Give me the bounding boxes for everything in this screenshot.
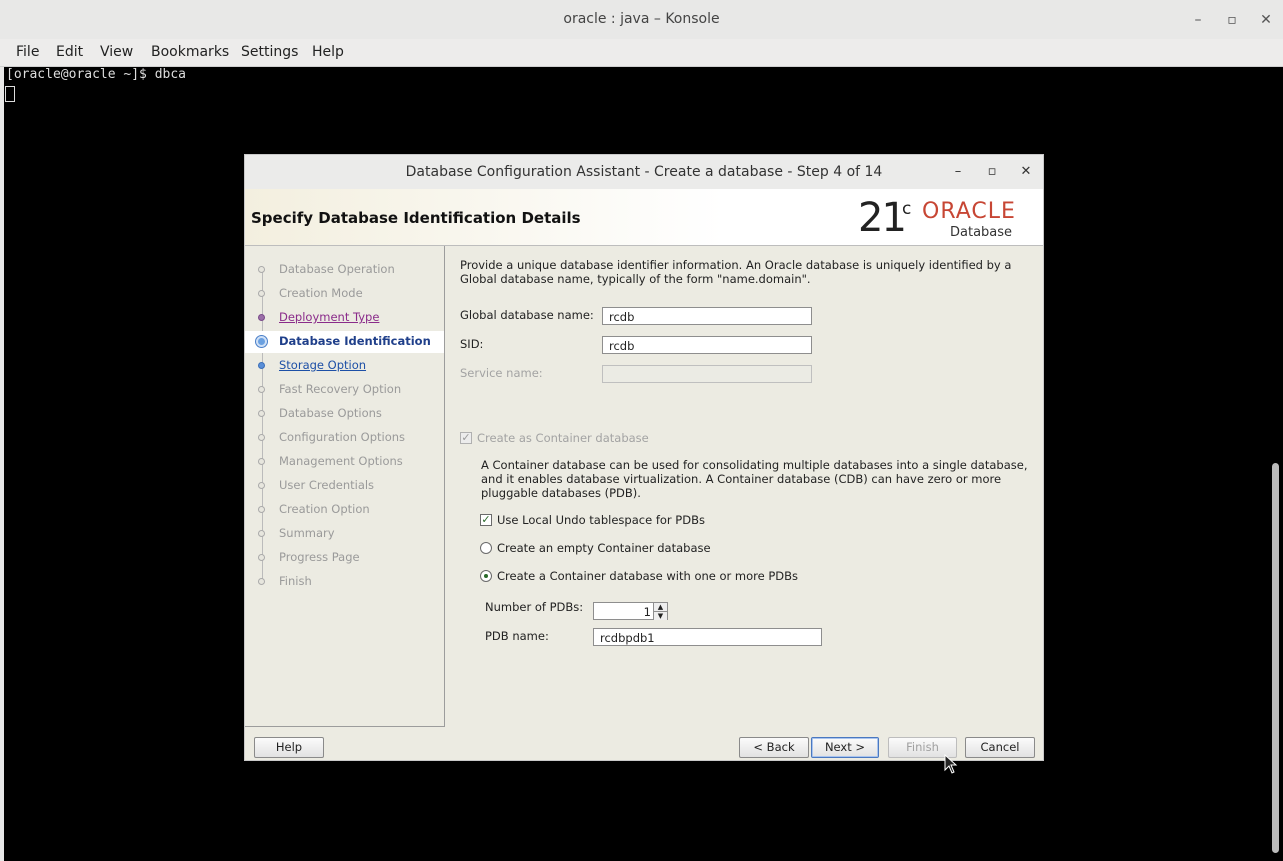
next-button[interactable]: Next > — [811, 737, 879, 758]
num-pdbs-value[interactable]: 1 — [644, 605, 651, 619]
dialog-maximize-icon[interactable]: ▫ — [983, 163, 1001, 181]
menu-settings[interactable]: Settings — [241, 44, 298, 60]
empty-cdb-radio[interactable] — [480, 542, 492, 554]
mouse-pointer-icon — [944, 754, 958, 774]
dialog-title: Database Configuration Assistant - Creat… — [405, 164, 883, 180]
step-dot-icon — [258, 506, 265, 513]
nav-configuration-options: Configuration Options — [245, 427, 444, 449]
local-undo-checkbox[interactable]: ✓ — [480, 514, 492, 526]
menu-edit[interactable]: Edit — [56, 44, 83, 60]
step-dot-icon — [258, 530, 265, 537]
step-content: Provide a unique database identifier inf… — [445, 246, 1043, 726]
step-dot-icon — [258, 410, 265, 417]
terminal-cursor — [5, 86, 15, 102]
nav-creation-option: Creation Option — [245, 499, 444, 521]
konsole-titlebar: oracle : java – Konsole – ▫ ✕ — [0, 0, 1283, 40]
logo-product: Database — [950, 225, 1013, 240]
close-icon[interactable]: ✕ — [1256, 10, 1276, 30]
menu-bookmarks[interactable]: Bookmarks — [151, 44, 229, 60]
cdb-with-pdbs-radio[interactable] — [480, 570, 492, 582]
local-undo-label[interactable]: Use Local Undo tablespace for PDBs — [497, 513, 705, 527]
spinner-up-icon[interactable]: ▲ — [653, 603, 667, 611]
step-dot-icon — [258, 314, 265, 321]
logo-suffix: c — [902, 199, 912, 219]
global-db-name-label: Global database name: — [460, 308, 594, 322]
dbca-dialog: Database Configuration Assistant - Creat… — [244, 154, 1044, 761]
nav-database-options: Database Options — [245, 403, 444, 425]
terminal-scrollbar[interactable] — [1272, 463, 1279, 853]
nav-user-credentials: User Credentials — [245, 475, 444, 497]
step-header: Specify Database Identification Details … — [245, 189, 1043, 246]
step-dot-icon — [258, 290, 265, 297]
step-dot-icon — [258, 458, 265, 465]
dialog-close-icon[interactable]: ✕ — [1017, 163, 1035, 181]
identification-description: Provide a unique database identifier inf… — [460, 258, 1012, 286]
logo-brand: ORACLE — [922, 199, 1016, 224]
dialog-minimize-icon[interactable]: – — [949, 163, 967, 181]
window-title: oracle : java – Konsole — [563, 11, 720, 27]
oracle-logo: 21 c ORACLE Database — [858, 195, 1038, 241]
nav-progress-page: Progress Page — [245, 547, 444, 569]
step-heading: Specify Database Identification Details — [251, 209, 581, 227]
spinner-down-icon[interactable]: ▼ — [653, 611, 667, 620]
container-db-checkbox: ✓ — [460, 431, 472, 444]
terminal-prompt: [oracle@oracle ~]$ dbca — [6, 67, 187, 82]
num-pdbs-label: Number of PDBs: — [485, 600, 584, 614]
back-button[interactable]: < Back — [739, 737, 809, 758]
menu-help[interactable]: Help — [312, 44, 344, 60]
step-dot-icon — [258, 362, 265, 369]
empty-cdb-label[interactable]: Create an empty Container database — [497, 541, 711, 555]
menu-view[interactable]: View — [100, 44, 133, 60]
step-dot-icon — [258, 434, 265, 441]
step-dot-icon — [258, 386, 265, 393]
nav-finish: Finish — [245, 571, 444, 593]
pdb-name-input[interactable]: rcdbpdb1 — [593, 628, 822, 646]
step-dot-icon — [258, 482, 265, 489]
nav-database-identification[interactable]: Database Identification — [245, 331, 444, 353]
minimize-icon[interactable]: – — [1188, 10, 1208, 30]
cdb-with-pdbs-label[interactable]: Create a Container database with one or … — [497, 569, 798, 583]
container-db-label: Create as Container database — [477, 431, 649, 445]
step-dot-icon — [258, 578, 265, 585]
nav-deployment-type[interactable]: Deployment Type — [245, 307, 444, 329]
nav-database-operation: Database Operation — [245, 259, 444, 281]
nav-creation-mode: Creation Mode — [245, 283, 444, 305]
step-dot-icon — [258, 554, 265, 561]
service-name-input — [602, 365, 812, 383]
step-dot-icon — [258, 266, 265, 273]
nav-fast-recovery-option: Fast Recovery Option — [245, 379, 444, 401]
logo-version: 21 — [858, 195, 907, 241]
steps-navigation: Database Operation Creation Mode Deploym… — [245, 246, 445, 727]
cancel-button[interactable]: Cancel — [965, 737, 1035, 758]
menu-file[interactable]: File — [16, 44, 39, 60]
menubar: File Edit View Bookmarks Settings Help — [0, 39, 1283, 67]
maximize-icon[interactable]: ▫ — [1222, 10, 1242, 30]
nav-summary: Summary — [245, 523, 444, 545]
sid-input[interactable]: rcdb — [602, 336, 812, 354]
nav-storage-option[interactable]: Storage Option — [245, 355, 444, 377]
dialog-titlebar: Database Configuration Assistant - Creat… — [245, 155, 1043, 190]
container-db-description: A Container database can be used for con… — [481, 458, 1028, 500]
global-db-name-input[interactable]: rcdb — [602, 307, 812, 325]
num-pdbs-spinner[interactable]: 1 ▲ ▼ — [593, 602, 668, 620]
pdb-name-label: PDB name: — [485, 629, 549, 643]
sid-label: SID: — [460, 337, 484, 351]
current-step-icon — [256, 336, 267, 347]
help-button[interactable]: Help — [254, 737, 324, 758]
service-name-label: Service name: — [460, 366, 543, 380]
nav-management-options: Management Options — [245, 451, 444, 473]
